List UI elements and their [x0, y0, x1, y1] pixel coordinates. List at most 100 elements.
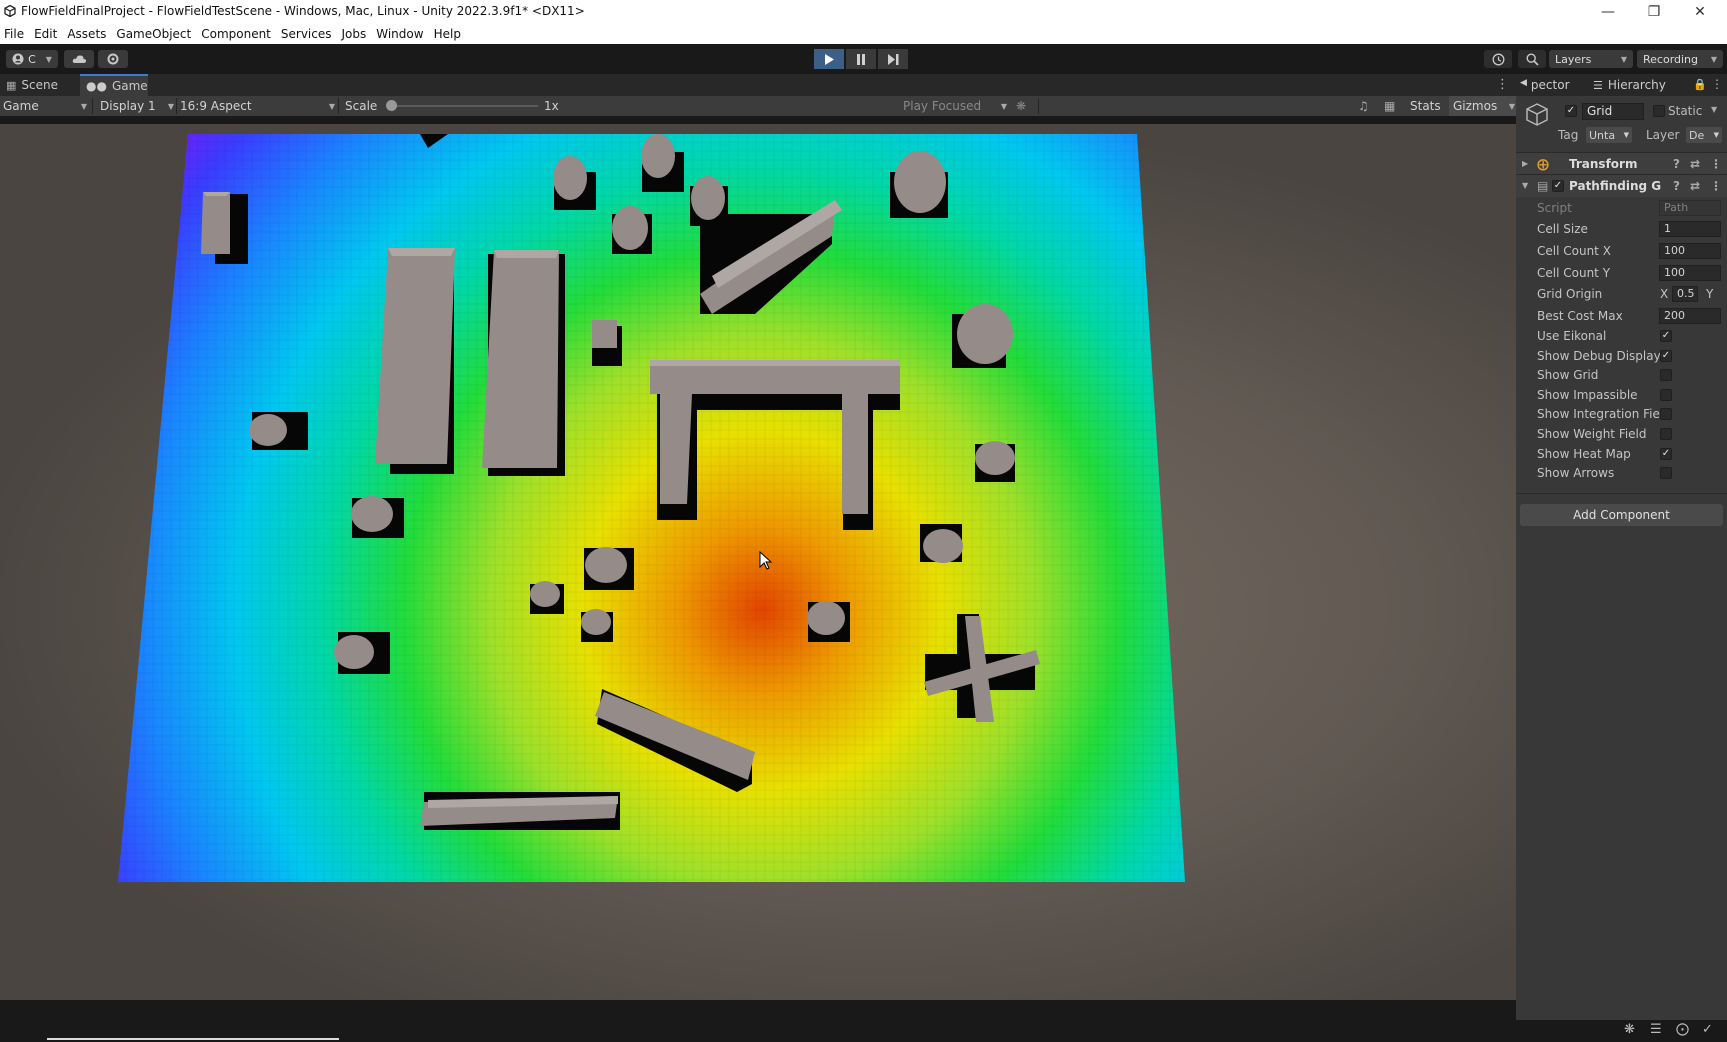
play-mode-label: Play Focused [903, 99, 982, 113]
layers-dropdown[interactable]: Layers ▼ [1549, 50, 1633, 68]
play-button[interactable] [814, 49, 844, 69]
tab-hierarchy[interactable]: ☰ Hierarchy [1587, 74, 1687, 96]
preset-icon[interactable]: ⇄ [1690, 157, 1700, 171]
menu-bar: File Edit Assets GameObject Component Se… [0, 24, 1727, 44]
account-dropdown[interactable]: C ▼ [6, 50, 58, 68]
toggle-checkbox[interactable]: ✓ [1660, 349, 1672, 362]
help-icon[interactable]: ? [1673, 157, 1680, 171]
layer-dropdown[interactable]: De ▼ [1686, 127, 1722, 143]
scale-slider-track[interactable] [392, 105, 538, 107]
mode-dropdown[interactable]: Game ▼ [3, 96, 87, 116]
add-component-button[interactable]: Add Component [1520, 504, 1723, 526]
menu-file[interactable]: File [0, 27, 29, 41]
chevron-down-icon[interactable]: ▼ [1711, 105, 1717, 114]
menu-component[interactable]: Component [196, 27, 276, 41]
toggle-checkbox[interactable] [1660, 369, 1672, 382]
account-icon [12, 53, 24, 65]
toggle-row: Show Grid [1516, 366, 1727, 385]
chevron-down-icon: ▼ [1710, 54, 1717, 64]
menu-edit[interactable]: Edit [29, 27, 62, 41]
static-checkbox[interactable] [1653, 105, 1665, 117]
gizmos-dropdown[interactable]: Gizmos ▼ [1449, 96, 1519, 116]
toggle-checkbox[interactable]: ✓ [1660, 447, 1672, 460]
audio-mute-icon[interactable]: ♫ [1358, 96, 1369, 116]
grid-origin-x-input[interactable]: 0.5 [1672, 286, 1698, 302]
preset-icon[interactable]: ⇄ [1690, 179, 1700, 193]
view-tab-bar: ▦ Scene ●● Game ⋮ [0, 74, 1516, 96]
cell-count-y-input[interactable]: 100 [1659, 265, 1721, 281]
tab-game[interactable]: ●● Game [80, 74, 148, 96]
history-button[interactable] [1484, 50, 1512, 68]
menu-help[interactable]: Help [429, 27, 466, 41]
game-render[interactable] [0, 124, 1516, 1000]
network-icon[interactable]: ⨀ [1676, 1022, 1689, 1037]
chevron-down-icon: ▼ [1713, 131, 1719, 139]
more-options-icon[interactable]: ⋮ [1710, 157, 1722, 171]
menu-window[interactable]: Window [371, 27, 428, 41]
grid-origin-label: Grid Origin [1537, 287, 1603, 301]
cell-count-x-input[interactable]: 100 [1659, 243, 1721, 259]
toggle-row: Show Debug Display ✓ [1516, 347, 1727, 366]
more-options-icon[interactable]: ⋮ [1711, 77, 1723, 91]
display-dropdown[interactable]: Display 1 ▼ [100, 96, 174, 116]
chevron-down-icon: ▼ [1620, 54, 1627, 64]
scale-slider-handle[interactable] [386, 100, 397, 111]
pause-button[interactable] [846, 49, 876, 69]
check-circle-icon[interactable]: ✓ [1702, 1022, 1713, 1037]
menu-services[interactable]: Services [276, 27, 337, 41]
best-cost-max-input[interactable]: 200 [1659, 308, 1721, 324]
maximize-icon[interactable]: ❐ [1631, 0, 1677, 24]
script-field[interactable]: Path [1659, 200, 1721, 216]
menu-gameobject[interactable]: GameObject [111, 27, 196, 41]
transform-header[interactable]: ▶ ⨁ Transform ? ⇄ ⋮ [1516, 152, 1727, 175]
help-icon[interactable]: ? [1673, 179, 1680, 193]
search-button[interactable] [1518, 50, 1546, 68]
menu-jobs[interactable]: Jobs [337, 27, 372, 41]
game-viewport[interactable] [0, 116, 1516, 1034]
layout-dropdown[interactable]: Recording ▼ [1637, 50, 1723, 68]
toggle-checkbox[interactable] [1660, 408, 1672, 421]
step-button[interactable] [878, 49, 908, 69]
menu-assets[interactable]: Assets [62, 27, 111, 41]
collab-button[interactable] [98, 50, 128, 68]
bug-icon[interactable]: ❋ [1016, 96, 1026, 116]
pathfinding-component-header[interactable]: ▼ ▤ ✓ Pathfinding G ? ⇄ ⋮ [1516, 174, 1727, 197]
chevron-down-icon: ▼ [1000, 101, 1007, 111]
status-bar: ❋ ☰ ⨀ ✓ [0, 1020, 1727, 1042]
flow-field-heatmap-scene [118, 134, 1185, 882]
tab-scene[interactable]: ▦ Scene [0, 74, 78, 96]
cell-size-input[interactable]: 1 [1659, 221, 1721, 237]
scale-value: 1x [544, 99, 559, 113]
toggle-checkbox[interactable]: ✓ [1660, 330, 1672, 342]
lock-icon[interactable]: 🔒 [1693, 78, 1707, 91]
game-view-toolbar: Game ▼ Display 1 ▼ 16:9 Aspect ▼ Scale 1… [0, 96, 1519, 116]
component-enabled-checkbox[interactable]: ✓ [1552, 180, 1564, 192]
tab-inspector[interactable]: ◀ pector [1520, 78, 1570, 92]
tab-hierarchy-label: Hierarchy [1607, 78, 1666, 92]
keyboard-icon[interactable]: ▦ [1384, 96, 1395, 116]
script-label: Script [1537, 201, 1572, 215]
more-options-icon[interactable]: ⋮ [1710, 179, 1722, 193]
active-checkbox[interactable]: ✓ [1565, 105, 1577, 117]
toggle-checkbox[interactable] [1660, 388, 1672, 401]
toggle-checkbox[interactable] [1660, 467, 1672, 480]
tag-dropdown[interactable]: Unta ▼ [1586, 127, 1632, 143]
static-label: Static [1668, 104, 1703, 118]
debug-icon[interactable]: ❋ [1624, 1022, 1635, 1037]
stats-button[interactable]: Stats [1410, 96, 1441, 116]
close-icon[interactable]: ✕ [1677, 0, 1723, 24]
play-mode-dropdown[interactable]: Play Focused ▼ [903, 96, 1007, 116]
more-options-icon[interactable]: ⋮ [1496, 77, 1509, 92]
chevron-down-icon: ▼ [167, 101, 174, 111]
toggle-checkbox[interactable] [1660, 428, 1672, 440]
toggle-label: Use Eikonal [1537, 329, 1607, 343]
minimize-icon[interactable]: — [1585, 0, 1631, 24]
object-name-field[interactable]: Grid [1582, 103, 1644, 120]
toggle-label: Show Grid [1537, 368, 1599, 383]
tab-scene-label: Scene [21, 78, 58, 92]
layers-stack-icon[interactable]: ☰ [1650, 1022, 1662, 1037]
cloud-button[interactable] [64, 50, 94, 68]
play-icon [825, 53, 834, 65]
aspect-dropdown[interactable]: 16:9 Aspect ▼ [180, 96, 335, 116]
chevron-down-icon: ▼ [1623, 131, 1629, 139]
